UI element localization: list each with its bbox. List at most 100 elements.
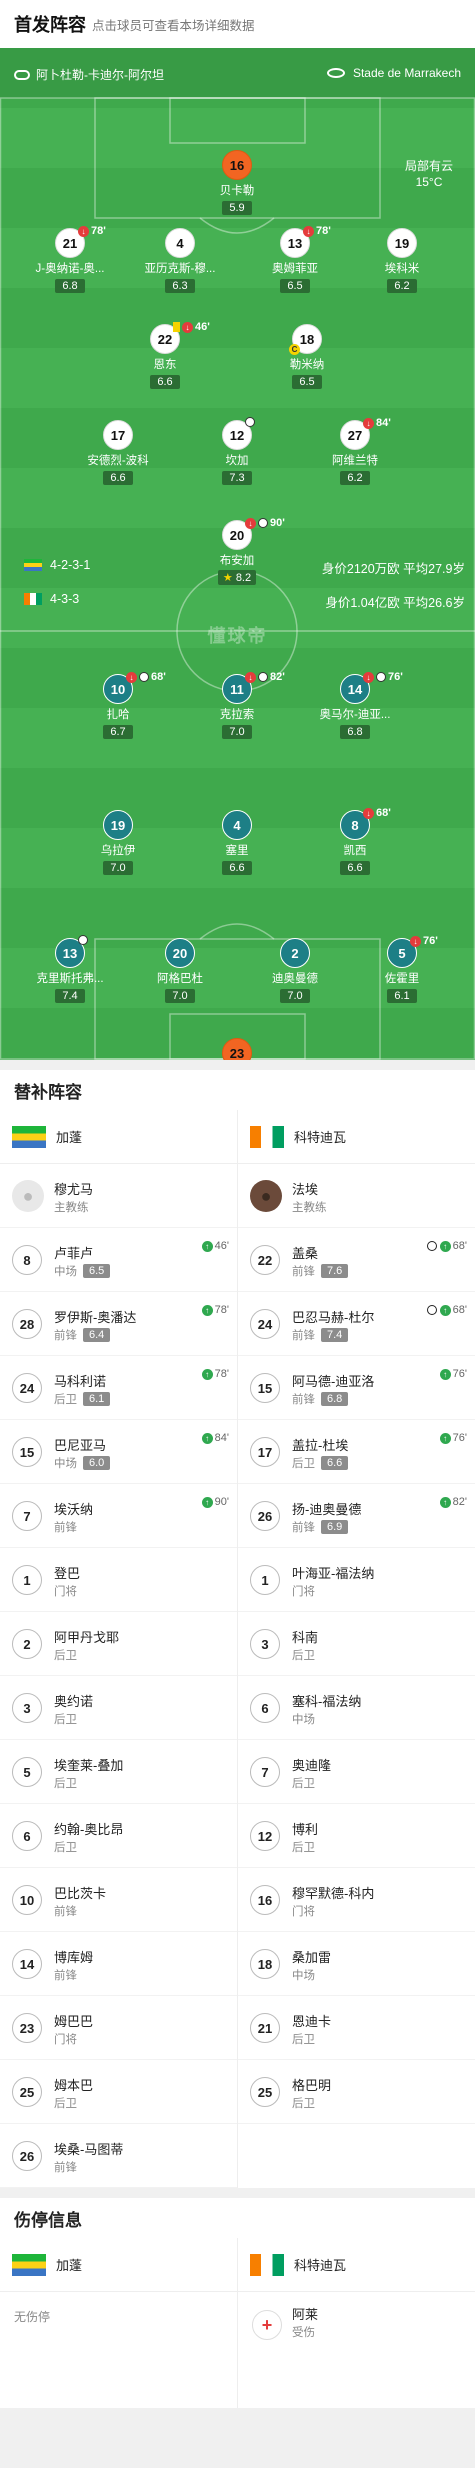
- sub-player-row[interactable]: 18 桑加雷 中场: [238, 1932, 475, 1996]
- sub-event: ↑ 76': [439, 1368, 467, 1380]
- player-number: 8: [351, 817, 359, 833]
- away-player[interactable]: 13 克里斯托弗... 7.4: [15, 935, 125, 1004]
- sub-player-row[interactable]: 5 埃奎莱-叠加 后卫: [0, 1740, 237, 1804]
- player-number: 22: [157, 331, 173, 347]
- sub-player-row[interactable]: 1 叶海亚-福法纳 门将: [238, 1548, 475, 1612]
- sub-player-row[interactable]: 6 约翰-奥比昂 后卫: [0, 1804, 237, 1868]
- injury-away-team-header[interactable]: 科特迪瓦: [238, 2238, 475, 2292]
- away-player[interactable]: 8 ↓ 68' 凯西 6.6: [300, 807, 410, 876]
- sub-player-number: 6: [12, 1821, 42, 1851]
- sub-player-row[interactable]: 26 扬-迪奥曼德 前锋 6.9 ↑ 82': [238, 1484, 475, 1548]
- injury-home-team-header[interactable]: 加蓬: [0, 2238, 237, 2292]
- home-player[interactable]: 4 亚历克斯-穆... 6.3: [125, 228, 235, 294]
- player-number-badge: 27 ↓ 84': [340, 417, 391, 450]
- sub-player-number: 7: [12, 1501, 42, 1531]
- away-player[interactable]: 4 塞里 6.6: [182, 810, 292, 876]
- away-player[interactable]: 19 乌拉伊 7.0: [63, 810, 173, 876]
- home-player[interactable]: 12 坎加 7.3: [182, 417, 292, 486]
- away-player[interactable]: 10 ↓ 68' 扎哈 6.7: [63, 671, 173, 740]
- home-player[interactable]: 20 ↓ 90' 布安加 ★ 8.2: [182, 517, 292, 586]
- away-squad-value: 身价1.04亿欧 平均26.6岁: [325, 596, 465, 610]
- sub-player-position-line: 后卫: [292, 2095, 315, 2111]
- sub-player-row[interactable]: 28 罗伊斯-奥潘达 前锋 6.4 ↑ 78': [0, 1292, 237, 1356]
- home-player[interactable]: 19 埃科米 6.2: [347, 228, 457, 294]
- sub-player-row[interactable]: 7 奥迪隆 后卫: [238, 1740, 475, 1804]
- home-player[interactable]: 27 ↓ 84' 阿维兰特 6.2: [300, 417, 410, 486]
- sub-in-icon: ↑: [439, 1496, 451, 1508]
- player-name: 凯西: [343, 845, 367, 857]
- sub-event-minute: 68': [452, 1240, 467, 1252]
- home-player[interactable]: 16 贝卡勒 5.9: [182, 150, 292, 216]
- sub-player-row[interactable]: 14 博库姆 前锋: [0, 1932, 237, 1996]
- sub-player-row[interactable]: 25 姆本巴 后卫: [0, 2060, 237, 2124]
- sub-player-position: 后卫: [54, 1650, 77, 1662]
- away-team-header[interactable]: 科特迪瓦: [238, 1110, 475, 1164]
- sub-player-number: 28: [12, 1309, 42, 1339]
- player-number: 27: [347, 427, 363, 443]
- sub-player-row[interactable]: 24 巴忍马赫-杜尔 前锋 7.4 ↑ 68': [238, 1292, 475, 1356]
- sub-player-position: 后卫: [292, 1842, 315, 1854]
- player-name: 奥姆菲亚: [272, 263, 318, 275]
- sub-player-position: 后卫: [54, 1842, 77, 1854]
- home-player[interactable]: 17 安德烈-波科 6.6: [63, 420, 173, 486]
- sub-player-row[interactable]: 1 登巴 门将: [0, 1548, 237, 1612]
- sub-player-row[interactable]: 6 塞科-福法纳 中场: [238, 1676, 475, 1740]
- sub-player-row[interactable]: 25 格巴明 后卫: [238, 2060, 475, 2124]
- player-rating: ★ 8.2: [217, 570, 257, 585]
- sub-player-row[interactable]: 10 巴比茨卡 前锋: [0, 1868, 237, 1932]
- sub-player-row[interactable]: 22 盖桑 前锋 7.6 ↑ 68': [238, 1228, 475, 1292]
- subs-section-title: 替补阵容: [0, 1060, 475, 1110]
- away-coach-name: 法埃: [292, 1182, 319, 1197]
- sub-player-name: 巴比茨卡: [54, 1886, 107, 1901]
- sub-player-row[interactable]: 2 阿甲丹戈耶 后卫: [0, 1612, 237, 1676]
- home-team-header[interactable]: 加蓬: [0, 1110, 237, 1164]
- player-rating: 7.0: [103, 861, 133, 875]
- injured-player-name[interactable]: 阿莱: [292, 2304, 318, 2323]
- sub-player-row[interactable]: 24 马科利诺 后卫 6.1 ↑ 78': [0, 1356, 237, 1420]
- player-number-badge: 13: [55, 935, 88, 968]
- player-name: 奥马尔-迪亚...: [319, 709, 391, 721]
- sub-player-row[interactable]: 26 埃桑-马图蒂 前锋: [0, 2124, 237, 2188]
- away-player[interactable]: 5 ↓ 76' 佐霍里 6.1: [347, 935, 457, 1004]
- event-minute: 90': [270, 517, 285, 529]
- away-player[interactable]: 11 ↓ 82' 克拉索 7.0: [182, 671, 292, 740]
- home-coach-row[interactable]: ● 穆尤马 主教练: [0, 1164, 237, 1228]
- sub-player-row[interactable]: 3 奥约诺 后卫: [0, 1676, 237, 1740]
- player-rating: 6.6: [222, 861, 252, 875]
- player-name: 克拉索: [219, 709, 255, 721]
- sub-player-position-line: 中场 6.5: [54, 1263, 111, 1279]
- player-rating: 6.2: [340, 471, 370, 485]
- sub-player-name: 穆罕默德-科内: [292, 1886, 375, 1901]
- ivory-coast-flag-icon: [250, 1125, 284, 1148]
- player-rating: 6.5: [292, 375, 322, 389]
- sub-player-row[interactable]: 15 阿马德-迪亚洛 前锋 6.8 ↑ 76': [238, 1356, 475, 1420]
- sub-player-name: 奥迪隆: [292, 1758, 332, 1773]
- sub-player-row[interactable]: 12 博利 后卫: [238, 1804, 475, 1868]
- sub-player-row[interactable]: 8 卢菲卢 中场 6.5 ↑ 46': [0, 1228, 237, 1292]
- away-player[interactable]: 2 迪奥曼德 7.0: [240, 938, 350, 1004]
- sub-player-position: 前锋: [292, 1522, 315, 1534]
- away-player[interactable]: 23拉冯5.5: [182, 1038, 292, 1060]
- sub-player-position: 后卫: [292, 1778, 315, 1790]
- home-player[interactable]: 18 C 勒米纳 6.5: [252, 324, 362, 390]
- sub-player-row[interactable]: 3 科南 后卫: [238, 1612, 475, 1676]
- sub-player-row[interactable]: 7 埃沃纳 前锋 ↑ 90': [0, 1484, 237, 1548]
- home-player[interactable]: 22 ↓ 46' 恩东 6.6: [110, 321, 220, 390]
- sub-player-row[interactable]: 16 穆罕默德-科内 门将: [238, 1868, 475, 1932]
- sub-player-position-line: 门将: [292, 1903, 315, 1919]
- sub-player-row[interactable]: 17 盖拉-杜埃 后卫 6.6 ↑ 76': [238, 1420, 475, 1484]
- home-player[interactable]: 13 ↓ 78' 奥姆菲亚 6.5: [240, 225, 350, 294]
- away-formation-text: 4-3-3: [50, 592, 80, 606]
- player-name: 迪奥曼德: [272, 973, 318, 985]
- sub-player-name: 盖桑: [292, 1246, 319, 1261]
- away-coach-row[interactable]: ● 法埃 主教练: [238, 1164, 475, 1228]
- player-rating-value: 6.8: [347, 726, 363, 738]
- sub-player-row[interactable]: 21 恩迪卡 后卫: [238, 1996, 475, 2060]
- sub-player-row[interactable]: 15 巴尼亚马 中场 6.0 ↑ 84': [0, 1420, 237, 1484]
- away-player[interactable]: 20 阿格巴杜 7.0: [125, 938, 235, 1004]
- sub-player-rating: 6.4: [83, 1328, 111, 1342]
- home-player[interactable]: 21 ↓ 78' J-奥纳诺-奥... 6.8: [15, 225, 125, 294]
- away-player[interactable]: 14 ↓ 76' 奥马尔-迪亚... 6.8: [300, 671, 410, 740]
- sub-player-number: 8: [12, 1245, 42, 1275]
- sub-player-row[interactable]: 23 姆巴巴 门将: [0, 1996, 237, 2060]
